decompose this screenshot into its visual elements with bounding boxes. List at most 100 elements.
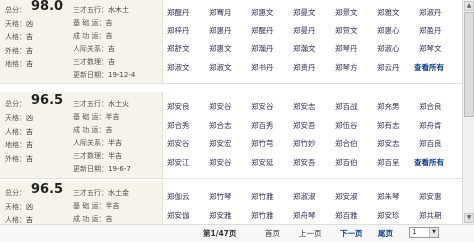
view-all-link[interactable]: 查看所有 <box>414 156 444 169</box>
score-panel: 总分： 96.5 天格：凶 人格：吉 三才五行：水土金 基 础 运：半吉 成 功 … <box>0 181 163 224</box>
name-link[interactable]: 郑百伯 <box>335 156 379 169</box>
name-link[interactable]: 郑安延 <box>251 156 295 169</box>
sancai-num-value: 吉 <box>108 58 115 66</box>
name-link[interactable]: 郑琴丹 <box>335 42 379 55</box>
name-link[interactable]: 郑惠丹 <box>209 24 253 37</box>
name-link[interactable]: 郑淑淑 <box>293 190 337 203</box>
earth-value: 吉 <box>26 141 33 149</box>
name-link[interactable]: 郑淑丹 <box>419 6 462 19</box>
outer-value: 吉 <box>26 47 33 55</box>
name-link[interactable]: 郑朱琴 <box>377 190 421 203</box>
name-link[interactable]: 郑竹琴 <box>209 190 253 203</box>
name-link[interactable]: 郑百良 <box>419 137 462 150</box>
name-link[interactable]: 郑百战 <box>335 100 379 113</box>
name-link[interactable]: 郑骞月 <box>209 6 253 19</box>
scroll-down-icon[interactable]: ▼ <box>464 213 474 223</box>
vertical-scrollbar[interactable]: ▲ ▼ <box>462 0 474 224</box>
name-link[interactable]: 郑惠心 <box>377 24 421 37</box>
name-link[interactable]: 郑百雅 <box>335 209 379 222</box>
name-link[interactable]: 郑曼文 <box>293 6 337 19</box>
name-link[interactable]: 郑盈丹 <box>419 24 462 37</box>
person-value: 吉 <box>26 216 33 224</box>
name-link[interactable]: 郑舟琴 <box>293 209 337 222</box>
name-link[interactable]: 郑安吾 <box>293 119 337 132</box>
first-page-link[interactable]: 首页 <box>265 228 280 239</box>
name-link[interactable]: 郑竹芎 <box>251 137 295 150</box>
name-link[interactable]: 郑景文 <box>335 6 379 19</box>
name-link[interactable]: 郑安良 <box>167 100 211 113</box>
name-card: 总分： 98.0 天格：凶 人格：吉 外格：吉 地格：吉 三才五行：水木土 基 础… <box>0 0 462 84</box>
name-link[interactable]: 郑曼丹 <box>293 24 337 37</box>
name-link[interactable]: 郑舒文 <box>167 42 211 55</box>
score-value: 96.5 <box>31 93 64 108</box>
name-link[interactable]: 郑安宏 <box>209 137 253 150</box>
name-link[interactable]: 郑安谷 <box>251 100 295 113</box>
name-link[interactable]: 郑合志 <box>209 119 253 132</box>
name-link[interactable]: 郑安淑 <box>335 190 379 203</box>
last-page-link[interactable]: 尾页 <box>378 228 393 239</box>
name-link[interactable]: 郑舟肯 <box>419 119 462 132</box>
name-link[interactable]: 郑瀚文 <box>293 42 337 55</box>
name-link[interactable]: 郑瀚丹 <box>251 42 295 55</box>
chevron-down-icon: ▼ <box>429 228 438 237</box>
name-card: 总分： 96.5 天格：凶 人格：吉 地格：吉 外格：吉 三才五行：水土火 基 础… <box>0 92 462 179</box>
name-link[interactable]: 郑安志 <box>377 137 421 150</box>
scroll-thumb[interactable] <box>464 12 474 117</box>
name-link[interactable]: 郑书丹 <box>251 61 295 74</box>
name-link[interactable]: 郑合秀 <box>167 119 211 132</box>
heaven-value: 凶 <box>26 20 33 28</box>
name-link[interactable]: 郑有志 <box>377 119 421 132</box>
social-value: 半吉 <box>108 139 122 147</box>
name-link[interactable]: 郑竹雅 <box>251 209 295 222</box>
prev-page-link[interactable]: 上一页 <box>299 228 322 239</box>
name-link[interactable]: 郑伽云 <box>167 190 211 203</box>
pagination-bar: 第1/47页 首页 上一页 下一页 尾页 1 ▼ <box>0 224 474 242</box>
name-link[interactable]: 郑醒丹 <box>251 24 295 37</box>
name-link[interactable]: 郑百秀 <box>251 119 295 132</box>
name-link[interactable]: 郑贺文 <box>335 24 379 37</box>
name-link[interactable]: 郑梓丹 <box>167 24 211 37</box>
name-link[interactable]: 郑伍谷 <box>335 119 379 132</box>
name-link[interactable]: 郑安谷 <box>209 156 253 169</box>
person-value: 吉 <box>26 128 33 136</box>
name-link[interactable]: 郑醒丹 <box>167 6 211 19</box>
base-value: 半吉 <box>105 202 120 210</box>
name-link[interactable]: 郑琴文 <box>419 42 462 55</box>
name-link[interactable]: 郑竹妙 <box>293 137 337 150</box>
name-link[interactable]: 郑雅文 <box>377 6 421 19</box>
name-link[interactable]: 郑安吾 <box>293 156 337 169</box>
name-link[interactable]: 郑贵丹 <box>293 61 337 74</box>
name-link[interactable]: 郑安雅 <box>209 209 253 222</box>
name-link[interactable]: 郑安志 <box>293 100 337 113</box>
score-panel: 总分： 98.0 天格：凶 人格：吉 外格：吉 地格：吉 三才五行：水木土 基 础… <box>0 0 163 83</box>
name-card: 总分： 96.5 天格：凶 人格：吉 三才五行：水土金 基 础 运：半吉 成 功 … <box>0 181 462 224</box>
name-link[interactable]: 郑琴方 <box>335 61 379 74</box>
name-link[interactable]: 郑共期 <box>419 209 462 222</box>
name-link[interactable]: 郑淑心 <box>377 42 421 55</box>
name-link[interactable]: 郑安珍 <box>377 209 421 222</box>
name-link[interactable]: 郑竹雅 <box>251 190 295 203</box>
name-link[interactable]: 郑合良 <box>419 100 462 113</box>
name-link[interactable]: 郑充男 <box>377 100 421 113</box>
name-link[interactable]: 郑惠文 <box>209 42 253 55</box>
name-link[interactable]: 郑安江 <box>167 156 211 169</box>
name-link[interactable]: 郑淑文 <box>167 61 211 74</box>
name-link[interactable]: 郑惠文 <box>251 6 295 19</box>
name-link[interactable]: 郑安惠 <box>419 190 462 203</box>
name-link[interactable]: 郑安谷 <box>167 137 211 150</box>
next-page-link[interactable]: 下一页 <box>340 228 363 239</box>
heaven-value: 凶 <box>26 114 33 122</box>
score-panel: 总分： 96.5 天格：凶 人格：吉 地格：吉 外格：吉 三才五行：水土火 基 础… <box>0 92 163 178</box>
name-link[interactable]: 郑安谷 <box>209 100 253 113</box>
page-select-value: 1 <box>412 228 417 236</box>
page-select[interactable]: 1 ▼ <box>409 227 439 238</box>
updated-value: 19-6-7 <box>108 165 131 173</box>
name-link[interactable]: 郑合伯 <box>335 137 379 150</box>
name-link[interactable]: 郑安伽 <box>167 209 211 222</box>
sancai-value: 水土金 <box>108 189 129 197</box>
scroll-up-icon[interactable]: ▲ <box>464 1 474 11</box>
name-link[interactable]: 郑淑文 <box>209 61 253 74</box>
sancai-num-value: 半吉 <box>108 152 122 160</box>
view-all-link[interactable]: 查看所有 <box>414 61 444 74</box>
base-value: 半吉 <box>105 113 120 121</box>
